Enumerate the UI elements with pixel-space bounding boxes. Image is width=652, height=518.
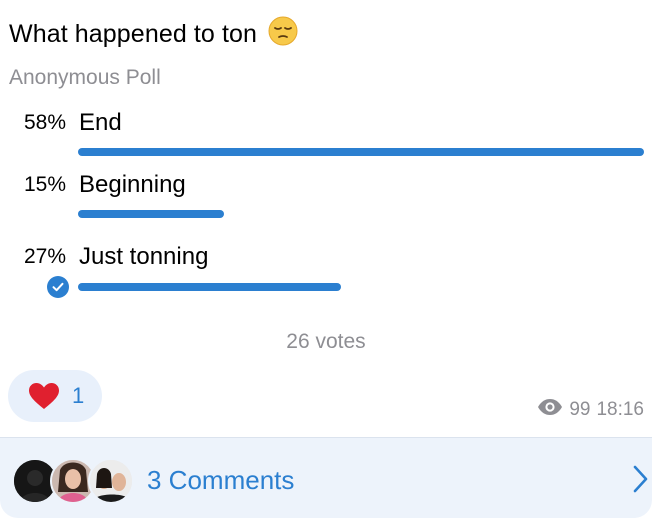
comments-label: 3 Comments <box>147 465 295 495</box>
chevron-right-icon <box>630 464 650 499</box>
avatar <box>88 458 134 504</box>
selected-check-icon <box>47 276 69 298</box>
poll-option-end[interactable]: 58% End <box>0 109 652 171</box>
reaction-count: 1 <box>72 383 85 408</box>
message-time: 18:16 <box>596 399 644 420</box>
option-percent: 27% <box>23 245 66 268</box>
poll-option-just-tonning[interactable]: 27% Just tonning <box>0 243 652 305</box>
option-result-bar <box>78 148 644 156</box>
eye-icon <box>537 398 563 422</box>
poll-question: What happened to ton <box>9 16 298 53</box>
message-meta: 99 18:16 <box>537 398 644 422</box>
pensive-face-icon <box>268 16 298 53</box>
option-result-bar <box>78 210 224 218</box>
commenter-avatars <box>12 458 134 504</box>
poll-option-beginning[interactable]: 15% Beginning <box>0 171 652 233</box>
votes-count[interactable]: 26 votes <box>0 330 652 354</box>
views-count: 99 <box>569 399 591 420</box>
comments-bar[interactable]: 3 Comments <box>0 437 652 518</box>
option-label: Just tonning <box>79 243 209 270</box>
option-label: Beginning <box>79 171 186 198</box>
option-percent: 15% <box>23 173 66 196</box>
poll-type: Anonymous Poll <box>9 66 161 89</box>
poll-question-text: What happened to ton <box>9 20 258 48</box>
heart-icon <box>28 382 60 415</box>
option-result-bar <box>78 283 341 291</box>
poll-message: What happened to ton Anonymous Poll 58% … <box>0 0 652 518</box>
option-percent: 58% <box>23 111 66 134</box>
option-label: End <box>79 109 122 136</box>
heart-reaction-button[interactable]: 1 <box>8 370 102 422</box>
